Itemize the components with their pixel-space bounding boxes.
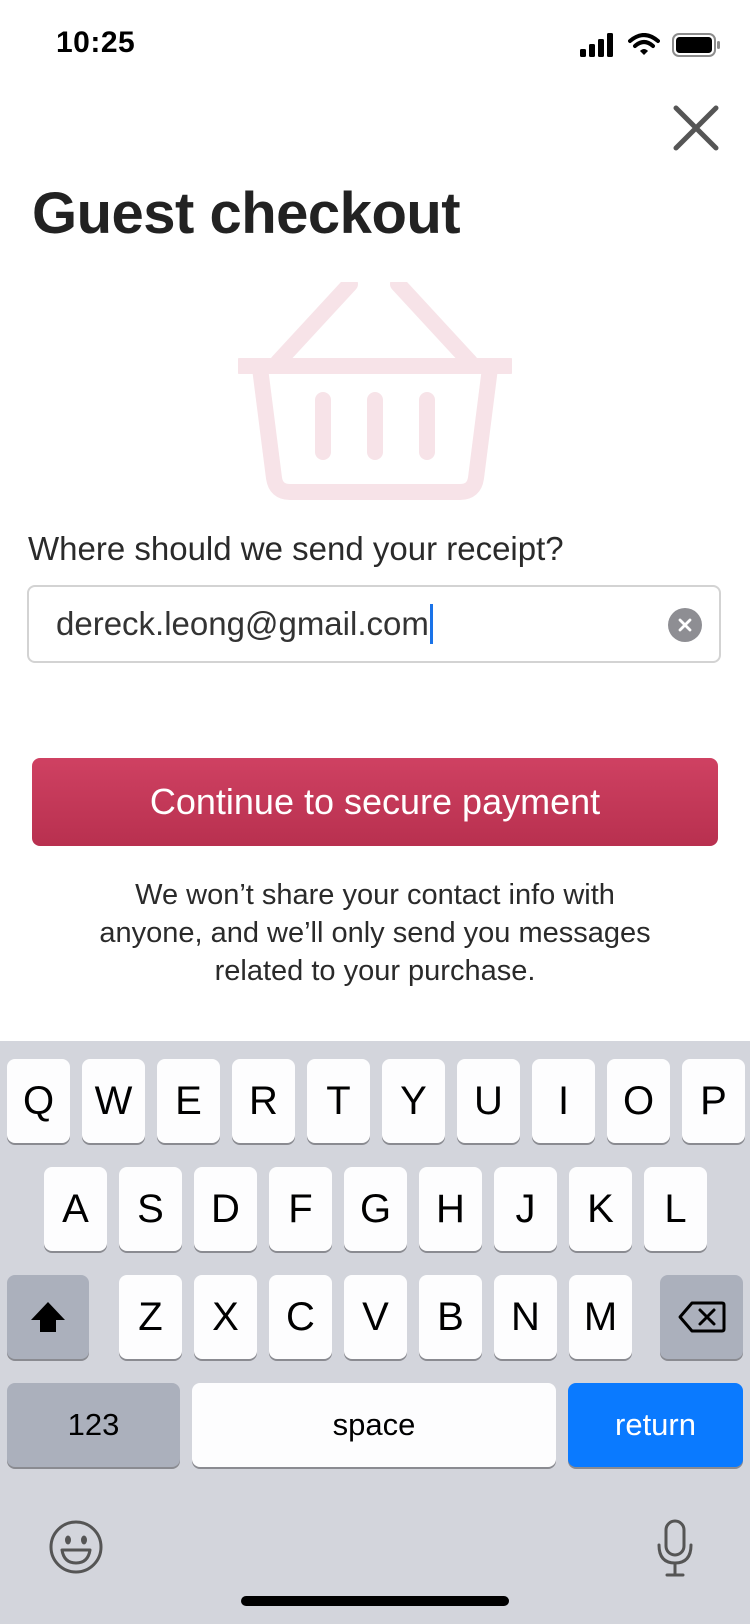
close-button[interactable] [668, 100, 724, 156]
key-s[interactable]: S [119, 1167, 182, 1251]
close-icon [673, 105, 719, 151]
key-r[interactable]: R [232, 1059, 295, 1143]
clear-icon [678, 618, 692, 632]
status-time: 10:25 [56, 26, 136, 59]
privacy-disclaimer: We won’t share your contact info with an… [99, 879, 651, 987]
backspace-key[interactable] [660, 1275, 743, 1359]
key-e[interactable]: E [157, 1059, 220, 1143]
return-key[interactable]: return [568, 1383, 743, 1467]
key-w[interactable]: W [82, 1059, 145, 1143]
basket-icon [238, 282, 512, 500]
key-m[interactable]: M [569, 1275, 632, 1359]
key-u[interactable]: U [457, 1059, 520, 1143]
home-indicator[interactable] [241, 1596, 509, 1606]
key-t[interactable]: T [307, 1059, 370, 1143]
receipt-prompt-label: Where should we send your receipt? [28, 530, 564, 567]
shift-key[interactable] [7, 1275, 89, 1359]
key-i[interactable]: I [532, 1059, 595, 1143]
key-k[interactable]: K [569, 1167, 632, 1251]
text-caret [429, 604, 433, 644]
key-q[interactable]: Q [7, 1059, 70, 1143]
key-n[interactable]: N [494, 1275, 557, 1359]
key-o[interactable]: O [607, 1059, 670, 1143]
key-h[interactable]: H [419, 1167, 482, 1251]
email-field[interactable]: dereck.leong@gmail.com [27, 585, 721, 663]
clear-field-button[interactable] [668, 608, 702, 642]
dictation-button[interactable] [655, 1519, 695, 1579]
key-j[interactable]: J [494, 1167, 557, 1251]
key-d[interactable]: D [194, 1167, 257, 1251]
shift-icon [31, 1302, 65, 1332]
key-l[interactable]: L [644, 1167, 707, 1251]
key-b[interactable]: B [419, 1275, 482, 1359]
battery-icon [672, 33, 720, 57]
key-g[interactable]: G [344, 1167, 407, 1251]
page-title: Guest checkout [32, 181, 461, 246]
key-z[interactable]: Z [119, 1275, 182, 1359]
continue-payment-button[interactable]: Continue to secure payment [32, 758, 718, 846]
status-icons [580, 30, 722, 60]
key-f[interactable]: F [269, 1167, 332, 1251]
space-key[interactable]: space [192, 1383, 556, 1467]
emoji-button[interactable] [48, 1519, 104, 1575]
signal-icon [580, 33, 613, 57]
key-x[interactable]: X [194, 1275, 257, 1359]
key-a[interactable]: A [44, 1167, 107, 1251]
wifi-icon [628, 33, 660, 55]
emoji-icon [49, 1520, 103, 1574]
email-field-value: dereck.leong@gmail.com [56, 605, 429, 642]
keyboard: Q W E R T Y U I O P A S D F G H J K L Z … [0, 1041, 750, 1624]
numbers-key[interactable]: 123 [7, 1383, 180, 1467]
key-y[interactable]: Y [382, 1059, 445, 1143]
key-v[interactable]: V [344, 1275, 407, 1359]
key-c[interactable]: C [269, 1275, 332, 1359]
microphone-icon [657, 1519, 693, 1577]
key-p[interactable]: P [682, 1059, 745, 1143]
backspace-icon [678, 1301, 725, 1333]
